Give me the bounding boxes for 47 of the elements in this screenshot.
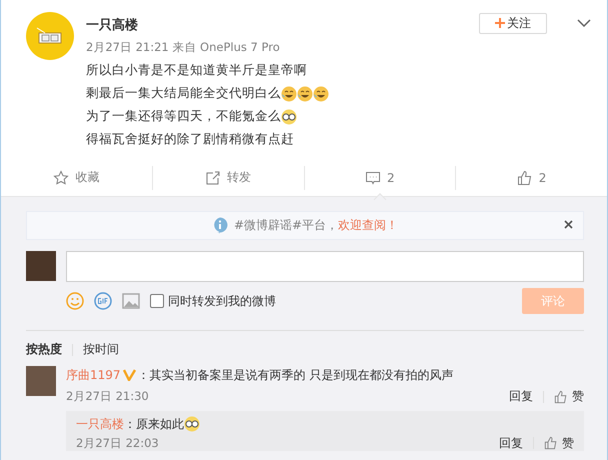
repost-checkbox[interactable] xyxy=(150,294,164,308)
thumbs-up-icon xyxy=(544,436,558,450)
plus-icon xyxy=(495,18,505,28)
author-name[interactable]: 一只高楼 xyxy=(86,16,138,34)
crying-laughing-emoji-icon xyxy=(313,86,329,102)
repost-label: 同时转发到我的微博 xyxy=(168,292,276,310)
comment-icon xyxy=(365,170,382,186)
user-avatar[interactable] xyxy=(26,12,74,60)
action-button[interactable]: 2 xyxy=(455,166,607,190)
post-text: 剩最后一集大结局能全交代明白么 xyxy=(86,85,281,102)
edit-share-icon xyxy=(205,170,222,186)
glasses-emoji-icon xyxy=(281,108,297,124)
chevron-down-icon[interactable] xyxy=(577,19,591,27)
close-button[interactable] xyxy=(564,220,573,229)
star-icon xyxy=(53,170,70,186)
action-button[interactable]: 转发 xyxy=(152,166,304,190)
comment-time: 2月27日 21:30 xyxy=(66,389,149,404)
thumbs-up-icon xyxy=(554,390,568,404)
comment-text: ：其实当初备案里是说有两季的 只是到现在都没有拍的风声 xyxy=(138,366,454,384)
glasses-emoji-icon xyxy=(184,416,200,432)
gif-icon[interactable] xyxy=(94,292,112,310)
smiley-icon[interactable] xyxy=(66,292,84,310)
reply-text: ：原来如此 xyxy=(124,416,184,432)
crying-laughing-emoji-icon xyxy=(297,86,313,102)
notice-text: #微博辟谣#平台，欢迎查阅！ xyxy=(234,217,398,234)
like-button[interactable]: 赞 xyxy=(554,388,584,405)
thumbs-up-icon xyxy=(516,170,533,186)
info-icon xyxy=(212,217,228,234)
comment-input[interactable] xyxy=(66,251,584,282)
post-text: 所以白小青是不是知道黄半斤是皇帝啊 xyxy=(86,62,307,79)
reply-link[interactable]: 回复 xyxy=(509,388,533,405)
follow-button[interactable]: 关注 xyxy=(479,12,547,34)
sort-tab[interactable]: 按时间 xyxy=(83,341,119,358)
commenter-avatar xyxy=(26,366,56,396)
reply-link[interactable]: 回复 xyxy=(499,434,523,452)
tile-drawing xyxy=(36,27,64,45)
image-icon[interactable] xyxy=(122,293,140,309)
reply-time: 2月27日 22:03 xyxy=(76,436,159,450)
like-button[interactable]: 赞 xyxy=(544,434,574,452)
post-text: 为了一集还得等四天，不能氪金么 xyxy=(86,108,281,125)
action-button[interactable]: 2 xyxy=(304,166,456,190)
action-button[interactable]: 收藏 xyxy=(1,166,152,190)
post-text: 得福瓦舍挺好的除了剧情稍微有点赶 xyxy=(86,131,294,148)
my-avatar xyxy=(26,251,56,281)
sort-tab[interactable]: 按热度 xyxy=(26,341,62,358)
post-meta: 2月27日 21:21 来自 OnePlus 7 Pro xyxy=(86,40,281,55)
crying-laughing-emoji-icon xyxy=(281,86,297,102)
